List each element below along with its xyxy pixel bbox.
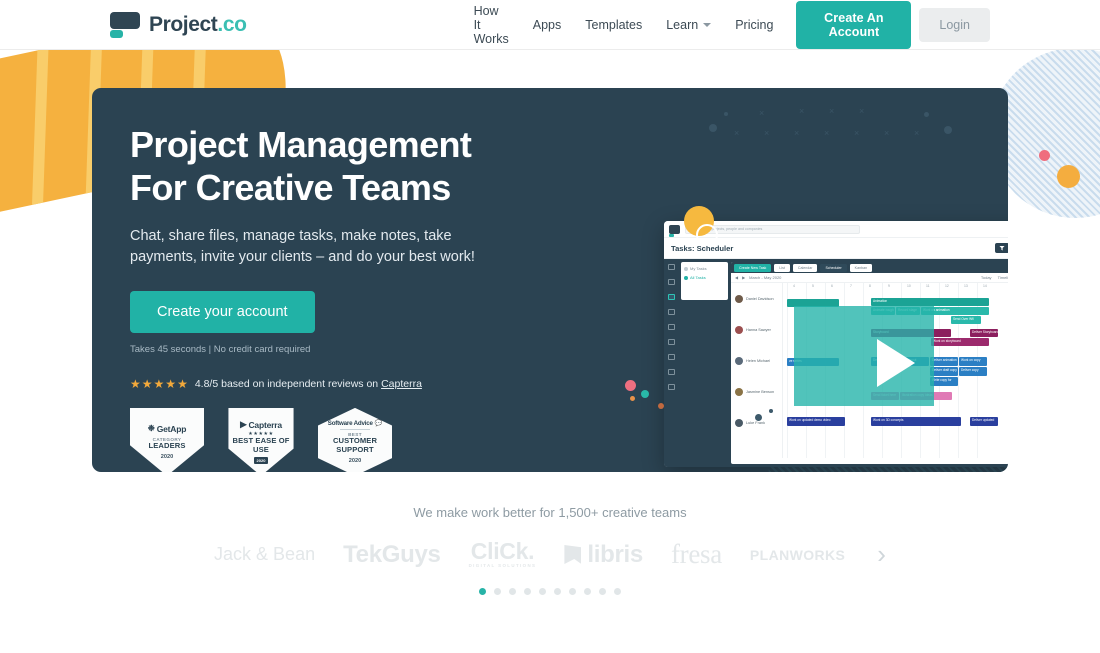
hero-card: Project Management For Creative Teams Ch… bbox=[92, 88, 1008, 472]
orange-square-decor bbox=[658, 403, 664, 409]
carousel-dot[interactable] bbox=[524, 588, 531, 595]
capterra-year: 2020 bbox=[253, 457, 269, 465]
star-icon: ★ bbox=[165, 376, 177, 391]
gray-dot-decor bbox=[755, 414, 762, 421]
getapp-icon: ❉ bbox=[147, 423, 155, 434]
nav-label: Apps bbox=[532, 17, 562, 32]
star-icon: ★ bbox=[153, 376, 165, 391]
client-logos-section: We make work better for 1,500+ creative … bbox=[0, 505, 1100, 595]
badge-software-advice: Software Advice 💬 BEST CUSTOMER SUPPORT 2… bbox=[318, 407, 392, 472]
landing-page: Project.co How It Works Apps Templates L… bbox=[0, 0, 1100, 653]
capterra-main: BEST EASE OF USE bbox=[232, 436, 290, 455]
carousel-next-icon[interactable]: › bbox=[877, 539, 886, 570]
getapp-brand: ❉ GetApp bbox=[147, 423, 187, 434]
getapp-main: LEADERS bbox=[148, 441, 186, 451]
client-logo-jack-and-bean: Jack & Bean bbox=[214, 544, 316, 564]
client-logo-fresa: fresa bbox=[670, 539, 722, 569]
white-ring-decor bbox=[696, 224, 718, 246]
client-logo-click: CliCk. DIGITAL SOLUTIONS bbox=[468, 538, 537, 569]
orange-dot-decor bbox=[1057, 165, 1080, 188]
rating-text: 4.8/5 based on independent reviews on Ca… bbox=[195, 378, 422, 390]
carousel-dot[interactable] bbox=[509, 588, 516, 595]
capterra-brand: ▶ Capterra bbox=[240, 419, 282, 430]
carousel-dot[interactable] bbox=[599, 588, 606, 595]
page-title: Project Management For Creative Teams bbox=[130, 124, 550, 210]
star-rating: ★ ★ ★ ★ ★ bbox=[130, 378, 188, 390]
nav-links: How It Works Apps Templates Learn Pricin… bbox=[474, 4, 774, 46]
star-icon: ★ bbox=[141, 376, 153, 391]
rating-label: 4.8/5 based on independent reviews on bbox=[194, 377, 382, 390]
top-navigation: Project.co How It Works Apps Templates L… bbox=[0, 0, 1100, 50]
play-button-icon[interactable] bbox=[877, 339, 915, 387]
client-logo-libris: libris bbox=[564, 541, 643, 569]
hero-title-line-1: Project Management bbox=[130, 124, 472, 165]
chevron-down-icon bbox=[703, 22, 712, 27]
x-pattern-decor: × × × × × × × × × × × bbox=[709, 106, 979, 181]
hero-subtitle: Chat, share files, manage tasks, make no… bbox=[130, 227, 475, 266]
brand-suffix: .co bbox=[217, 12, 247, 36]
nav-link-templates[interactable]: Templates bbox=[585, 18, 642, 32]
brand-name: Project.co bbox=[149, 12, 247, 36]
book-icon bbox=[564, 545, 582, 564]
client-logo-planworks: PLANWORKS bbox=[749, 546, 846, 563]
nav-link-apps[interactable]: Apps bbox=[533, 18, 562, 32]
hero-title-line-2: For Creative Teams bbox=[130, 166, 451, 208]
software-advice-year: 2020 bbox=[348, 458, 362, 465]
clients-headline: We make work better for 1,500+ creative … bbox=[413, 505, 687, 520]
capterra-icon: ▶ bbox=[240, 419, 247, 430]
carousel-dot[interactable] bbox=[554, 588, 561, 595]
badge-capterra: ▶ Capterra ★★★★★ BEST EASE OF USE 2020 bbox=[224, 407, 298, 472]
chat-bubble-icon: 💬 bbox=[374, 419, 383, 427]
pink-dot-decor bbox=[1039, 150, 1050, 161]
nav-label: Learn bbox=[666, 17, 699, 32]
carousel-dot[interactable] bbox=[614, 588, 621, 595]
nav-actions: Create An Account Login bbox=[796, 0, 990, 49]
award-badges: ❉ GetApp CATEGORY LEADERS 2020 ▶ Capterra … bbox=[130, 407, 970, 472]
nav-link-pricing[interactable]: Pricing bbox=[735, 18, 773, 32]
hero-create-account-button[interactable]: Create your account bbox=[130, 290, 315, 333]
nav-label: Templates bbox=[585, 17, 643, 32]
project-logo-icon bbox=[110, 11, 140, 38]
client-logo-row: Jack & Bean TekGuys CliCk. DIGITAL SOLUTI… bbox=[0, 539, 1100, 570]
carousel-dot[interactable] bbox=[479, 588, 486, 595]
carousel-dot[interactable] bbox=[494, 588, 501, 595]
orange-dot-hero-decor bbox=[630, 396, 635, 401]
star-icon: ★ bbox=[177, 376, 188, 391]
software-advice-main: CUSTOMER SUPPORT bbox=[332, 436, 378, 455]
create-account-button[interactable]: Create An Account bbox=[796, 0, 912, 49]
carousel-dot[interactable] bbox=[539, 588, 546, 595]
getapp-year: 2020 bbox=[160, 454, 174, 461]
carousel-dot[interactable] bbox=[584, 588, 591, 595]
carousel-dots bbox=[0, 588, 1100, 595]
capterra-link[interactable]: Capterra bbox=[381, 378, 422, 390]
nav-label: Pricing bbox=[735, 17, 774, 32]
client-logo-tekguys: TekGuys bbox=[343, 540, 441, 568]
nav-link-how-it-works[interactable]: How It Works bbox=[474, 4, 509, 46]
gray-dot-decor bbox=[769, 409, 773, 413]
nav-link-learn[interactable]: Learn bbox=[666, 17, 712, 32]
teal-dot-hero-decor bbox=[641, 390, 649, 398]
carousel-dot[interactable] bbox=[569, 588, 576, 595]
badge-getapp: ❉ GetApp CATEGORY LEADERS 2020 bbox=[130, 407, 204, 472]
login-button[interactable]: Login bbox=[919, 7, 990, 42]
brand-logo[interactable]: Project.co bbox=[110, 11, 247, 38]
pink-dot-hero-decor bbox=[625, 380, 636, 391]
star-icon: ★ bbox=[130, 376, 141, 391]
nav-label: How It Works bbox=[473, 3, 509, 46]
software-advice-brand: Software Advice 💬 bbox=[327, 419, 383, 427]
